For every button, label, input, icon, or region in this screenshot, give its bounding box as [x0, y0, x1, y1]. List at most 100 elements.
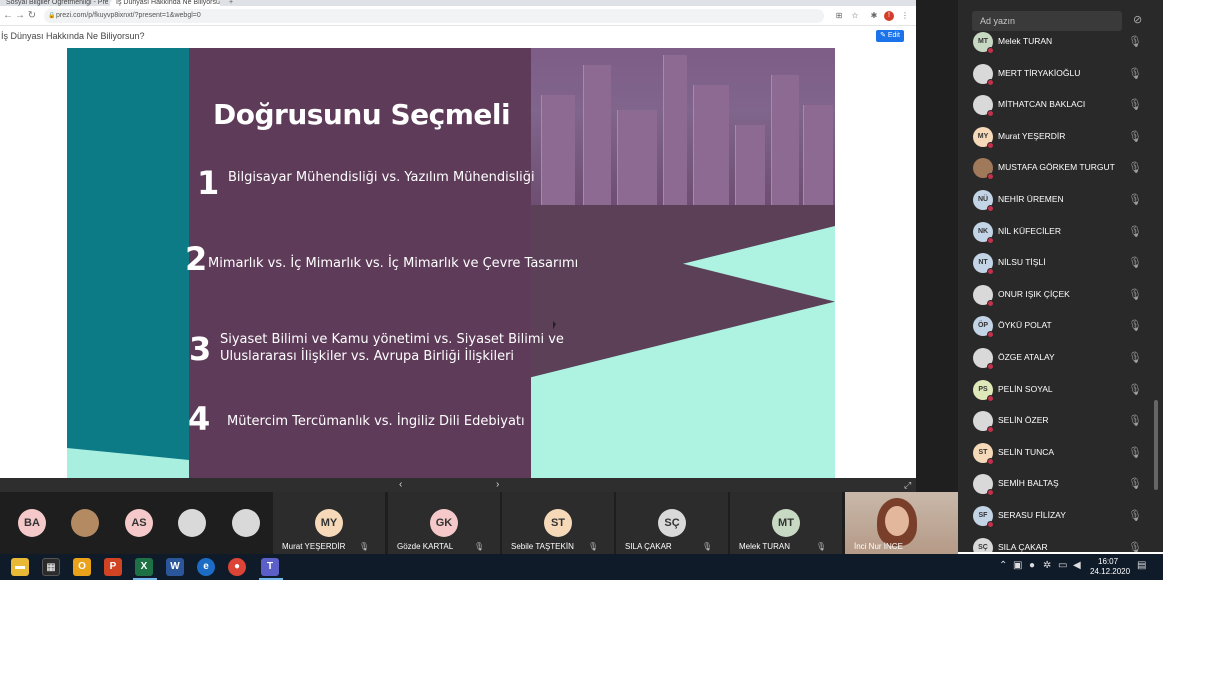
- mic-muted-icon[interactable]: 🎙: [1128, 130, 1142, 143]
- panel-toggle-icon[interactable]: ⊘: [1133, 13, 1142, 26]
- participant-row[interactable]: NT NİLSU TİŞLİ 🎙: [958, 249, 1148, 279]
- clock-date[interactable]: 24.12.2020: [1090, 567, 1130, 576]
- participant-row[interactable]: ÖP ÖYKÜ POLAT 🎙: [958, 312, 1148, 342]
- microphone-icon[interactable]: ●: [1029, 560, 1035, 571]
- participant-row[interactable]: MERT TİRYAKİOĞLU 🎙: [958, 60, 1148, 90]
- participant-name: ONUR IŞIK ÇİÇEK: [998, 288, 1070, 299]
- reload-icon[interactable]: ↻: [26, 9, 38, 23]
- tray-settings-icon[interactable]: ✲: [1043, 560, 1051, 571]
- video-tile-name: Gözde KARTAL: [397, 542, 454, 551]
- participant-name: ÖYKÜ POLAT: [998, 320, 1052, 331]
- word-icon[interactable]: W: [166, 558, 184, 576]
- mic-muted-icon: 🎙: [359, 542, 370, 551]
- mic-muted-icon[interactable]: 🎙: [1128, 35, 1142, 48]
- star-icon[interactable]: ☆: [850, 11, 860, 21]
- participant-row[interactable]: ONUR IŞIK ÇİÇEK 🎙: [958, 281, 1148, 311]
- slide-title: Doğrusunu Seçmeli: [213, 98, 511, 131]
- video-tile[interactable]: MT Melek TURAN 🎙: [730, 492, 842, 554]
- mic-muted-icon[interactable]: 🎙: [1128, 414, 1142, 427]
- participant-scrollbar[interactable]: [1154, 400, 1158, 490]
- video-avatar[interactable]: [71, 509, 99, 537]
- video-tile[interactable]: SÇ SILA ÇAKAR 🎙: [616, 492, 728, 554]
- participant-name: ÖZGE ATALAY: [998, 352, 1055, 362]
- participant-name: Murat YEŞERDİR: [998, 130, 1066, 141]
- mic-muted-icon[interactable]: 🎙: [1128, 446, 1142, 459]
- mic-muted-icon[interactable]: 🎙: [1128, 288, 1142, 301]
- mic-muted-icon[interactable]: 🎙: [1128, 351, 1142, 364]
- notifications-icon[interactable]: ▤: [1137, 560, 1146, 571]
- participant-row[interactable]: SEMİH BALTAŞ 🎙: [958, 470, 1148, 500]
- video-tile[interactable]: ST Sebile TAŞTEKİN 🎙: [502, 492, 614, 554]
- stage-gap: [916, 0, 958, 492]
- mic-muted-icon[interactable]: 🎙: [1128, 509, 1142, 522]
- fullscreen-icon[interactable]: ⤢: [904, 478, 911, 492]
- participant-row[interactable]: SF SERASU FİLİZAY 🎙: [958, 502, 1148, 532]
- edit-label: Edit: [887, 32, 900, 39]
- participant-row[interactable]: SELİN ÖZER 🎙: [958, 407, 1148, 437]
- presentation-slide[interactable]: Doğrusunu Seçmeli 1 Bilgisayar Mühendisl…: [67, 48, 835, 478]
- mic-muted-icon[interactable]: 🎙: [1128, 319, 1142, 332]
- item-text-2: Mimarlık vs. İç Mimarlık vs. İç Mimarlık…: [208, 256, 579, 271]
- participant-row[interactable]: NK NİL KÜFECİLER 🎙: [958, 218, 1148, 248]
- network-icon[interactable]: ▭: [1058, 560, 1067, 571]
- city-image: [531, 48, 835, 205]
- excel-icon[interactable]: X: [135, 558, 153, 576]
- outlook-icon[interactable]: O: [73, 558, 91, 576]
- menu-icon[interactable]: ⋮: [900, 11, 910, 21]
- participant-row[interactable]: MT Melek TURAN 🎙: [958, 28, 1148, 58]
- mic-muted-icon[interactable]: 🎙: [1128, 256, 1142, 269]
- teams-icon[interactable]: T: [261, 558, 279, 576]
- video-tile-avatar: ST: [544, 509, 572, 537]
- video-avatar[interactable]: [232, 509, 260, 537]
- video-tile-name: SILA ÇAKAR: [625, 542, 672, 551]
- file-explorer-icon[interactable]: ▬: [11, 558, 29, 576]
- edit-button[interactable]: ✎ Edit: [876, 30, 904, 42]
- powerpoint-icon[interactable]: P: [104, 558, 122, 576]
- translate-icon[interactable]: ⊞: [834, 11, 844, 21]
- participant-row[interactable]: SÇ SILA ÇAKAR 🎙: [958, 534, 1148, 552]
- edge-icon[interactable]: e: [197, 558, 215, 576]
- chrome-icon[interactable]: ●: [228, 558, 246, 576]
- forward-icon[interactable]: →: [14, 9, 26, 23]
- video-avatar[interactable]: BA: [18, 509, 46, 537]
- participant-name: SERASU FİLİZAY: [998, 510, 1066, 520]
- mic-muted-icon[interactable]: 🎙: [1128, 383, 1142, 396]
- tray-app-icon[interactable]: ▣: [1013, 560, 1022, 571]
- previous-slide-button[interactable]: ‹: [399, 478, 402, 492]
- participant-row[interactable]: NÜ NEHİR ÜREMEN 🎙: [958, 186, 1148, 216]
- next-slide-button[interactable]: ›: [496, 478, 499, 492]
- mic-muted-icon[interactable]: 🎙: [1128, 98, 1142, 111]
- participant-name: SELİN ÖZER: [998, 415, 1049, 426]
- extensions-icon[interactable]: ✱: [869, 11, 879, 21]
- profile-icon[interactable]: !: [884, 11, 894, 21]
- mic-muted-icon[interactable]: 🎙: [1128, 541, 1142, 552]
- participant-row[interactable]: PS PELİN SOYAL 🎙: [958, 376, 1148, 406]
- clock-time[interactable]: 16:07: [1098, 557, 1118, 566]
- participant-row[interactable]: MİTHATCAN BAKLACI 🎙: [958, 91, 1148, 121]
- video-avatar[interactable]: AS: [125, 509, 153, 537]
- participant-row[interactable]: ST SELİN TUNCA 🎙: [958, 439, 1148, 469]
- video-tile[interactable]: GK Gözde KARTAL 🎙: [388, 492, 500, 554]
- tray-expand-icon[interactable]: ⌃: [999, 560, 1007, 571]
- mic-muted-icon[interactable]: 🎙: [1128, 67, 1142, 80]
- video-avatar[interactable]: [178, 509, 206, 537]
- participant-row[interactable]: MUSTAFA GÖRKEM TURGUT 🎙: [958, 154, 1148, 184]
- url-input[interactable]: 🔒 prezi.com/p/fkuyvp8ixnxt/?present=1&we…: [44, 9, 824, 23]
- store-icon[interactable]: ▦: [42, 558, 60, 576]
- back-icon[interactable]: ←: [2, 9, 14, 23]
- mic-muted-icon[interactable]: 🎙: [1128, 477, 1142, 490]
- participant-row[interactable]: MY Murat YEŞERDİR 🎙: [958, 123, 1148, 153]
- slide-left-band: [67, 48, 189, 478]
- participant-row[interactable]: ÖZGE ATALAY 🎙: [958, 344, 1148, 374]
- mic-muted-icon[interactable]: 🎙: [1128, 225, 1142, 238]
- participant-avatar: SÇ: [973, 537, 993, 552]
- status-dot-icon: [987, 268, 994, 276]
- item-text-3a: Siyaset Bilimi ve Kamu yönetimi vs. Siya…: [220, 332, 564, 347]
- participant-name: Melek TURAN: [998, 36, 1053, 46]
- volume-icon[interactable]: ◀: [1073, 560, 1081, 571]
- camera-video-feed[interactable]: İnci Nur İNCE: [845, 492, 958, 554]
- video-tile[interactable]: MY Murat YEŞERDİR 🎙: [273, 492, 385, 554]
- mic-muted-icon[interactable]: 🎙: [1128, 161, 1142, 174]
- excel-active-indicator: [133, 578, 157, 580]
- mic-muted-icon[interactable]: 🎙: [1128, 193, 1142, 206]
